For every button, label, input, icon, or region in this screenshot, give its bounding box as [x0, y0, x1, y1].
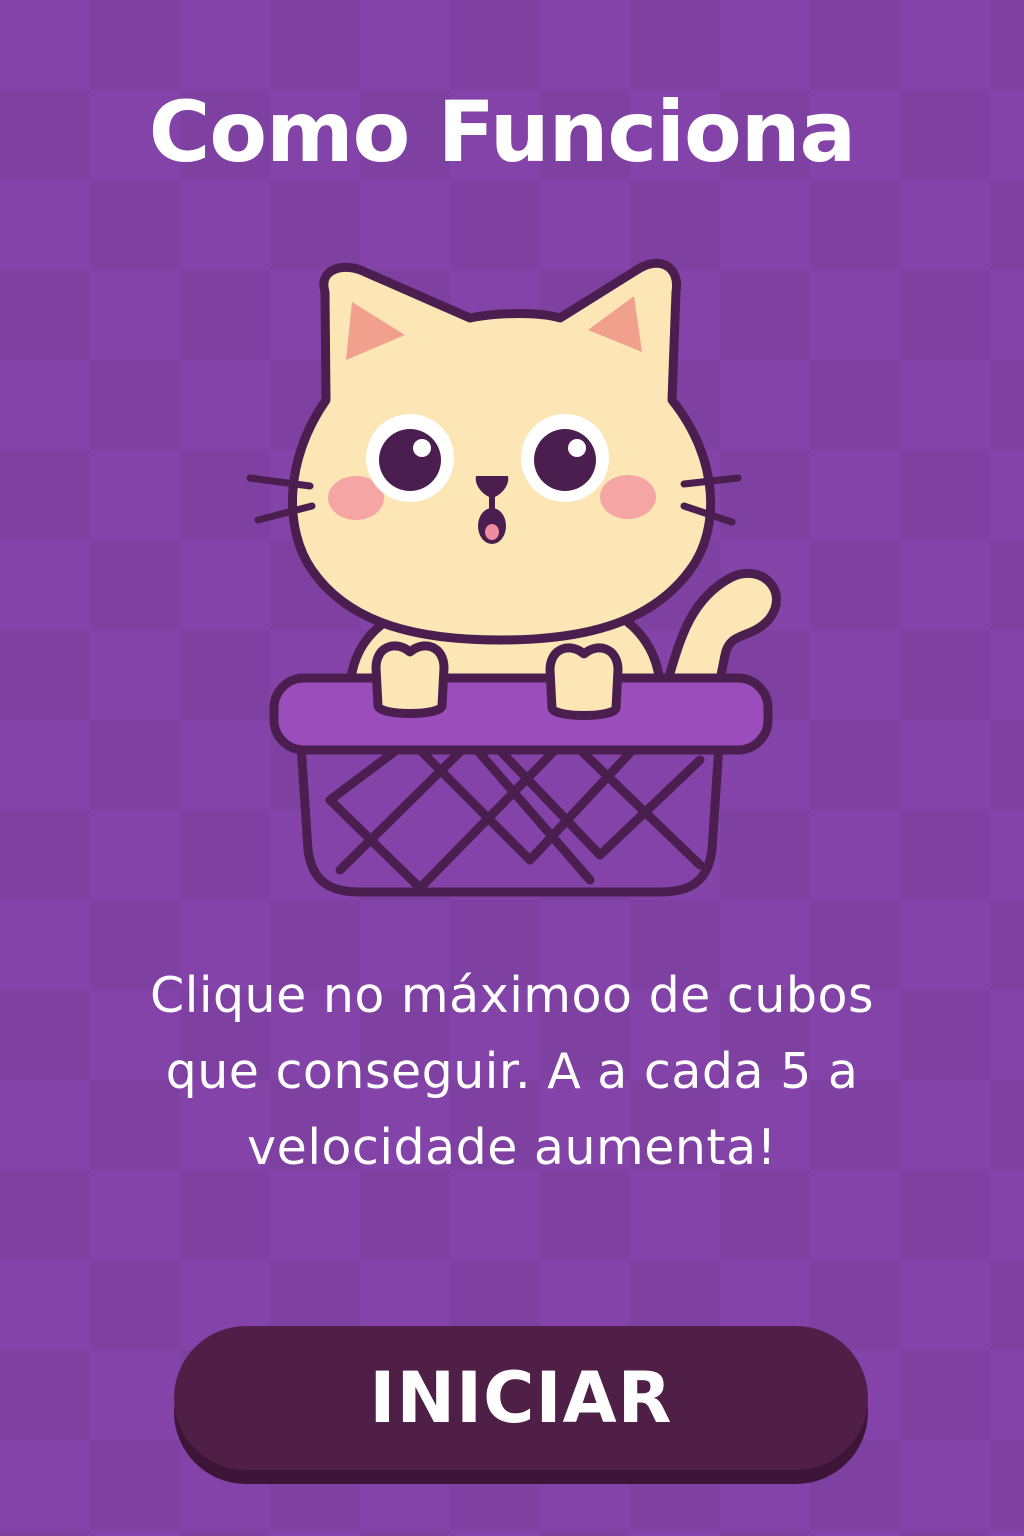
cat-left-paw: [371, 641, 449, 718]
cat-right-cheek: [600, 475, 656, 519]
basket-rim: [269, 673, 773, 755]
instructions-text: Clique no máximoo de cubos que conseguir…: [150, 967, 875, 1176]
cat-tail: [663, 568, 781, 695]
cat-in-basket-illustration: [246, 258, 781, 897]
cat-right-paw: [545, 643, 623, 720]
start-button[interactable]: INICIAR: [174, 1326, 868, 1470]
cat-left-eye: [366, 414, 454, 502]
page-title: Como Funciona: [148, 83, 856, 181]
cat-right-eye: [521, 414, 609, 502]
